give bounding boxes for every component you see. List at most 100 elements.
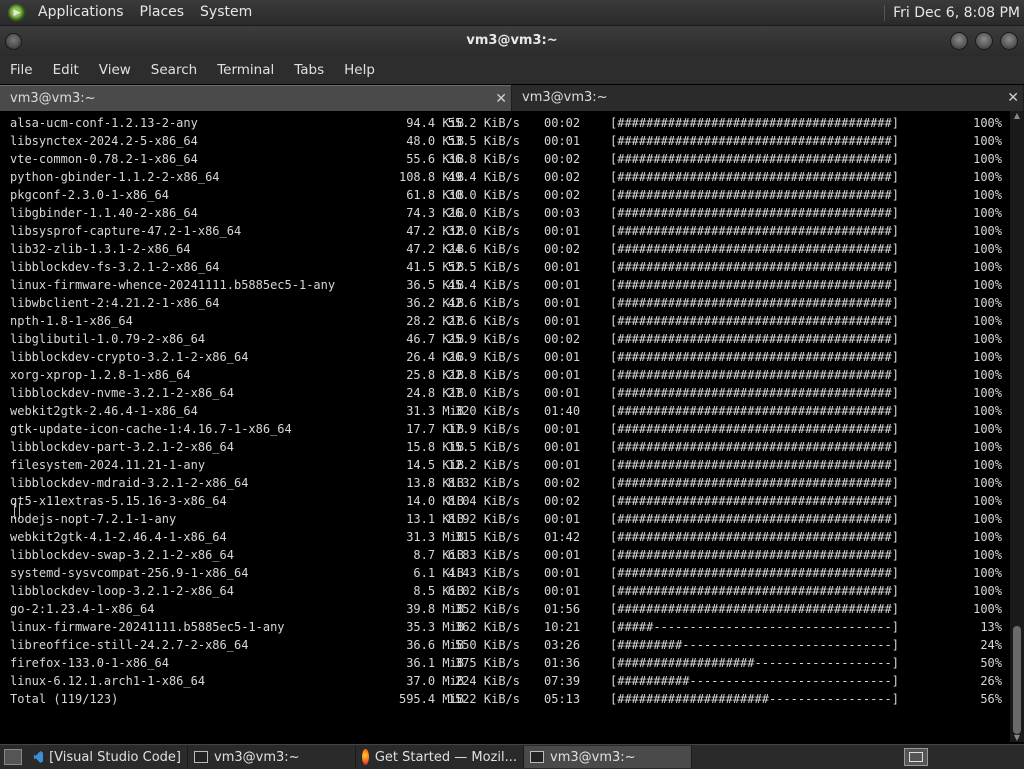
package-name: nodejs-nopt-7.2.1-1-any xyxy=(10,512,177,526)
package-rate: 45.4 KiB/s xyxy=(447,278,520,292)
package-rate: 1522 KiB/s xyxy=(447,692,520,706)
package-pct: 100% xyxy=(973,314,1002,328)
terminal-output[interactable]: alsa-ucm-conf-1.2.13-2-any 94.4 KiB 55.2 K… xyxy=(0,111,1010,742)
package-pct: 100% xyxy=(973,386,1002,400)
package-eta: 00:02 xyxy=(544,242,581,256)
pacman-download-list: alsa-ucm-conf-1.2.13-2-any 94.4 KiB 55.2 K… xyxy=(10,114,1010,708)
terminal-line: libsysprof-capture-47.2-1-x86_64 47.2 KiB… xyxy=(10,222,1010,240)
menu-search[interactable]: Search xyxy=(141,56,207,84)
package-eta: 01:56 xyxy=(544,602,581,616)
package-eta: 00:01 xyxy=(544,548,581,562)
package-eta: 00:01 xyxy=(544,584,581,598)
package-rate: 375 KiB/s xyxy=(454,656,520,670)
package-eta: 00:01 xyxy=(544,260,581,274)
menu-help[interactable]: Help xyxy=(334,56,385,84)
package-bar: [######################################] xyxy=(610,494,899,508)
menu-terminal[interactable]: Terminal xyxy=(207,56,284,84)
package-eta: 00:02 xyxy=(544,476,581,490)
terminal-line: libblockdev-nvme-3.2.1-2-x86_64 24.8 KiB 2… xyxy=(10,384,1010,402)
package-pct: 100% xyxy=(973,350,1002,364)
package-bar: [#####################-----------------] xyxy=(610,692,899,706)
package-pct: 100% xyxy=(973,332,1002,346)
package-name: libblockdev-fs-3.2.1-2-x86_64 xyxy=(10,260,220,274)
terminal-line: qt5-x11extras-5.15.16-3-x86_64 14.0 KiB 8.… xyxy=(10,492,1010,510)
package-bar: [######################################] xyxy=(610,134,899,148)
package-rate: 17.9 KiB/s xyxy=(447,422,520,436)
taskbar-item-vscode[interactable]: [Visual Studio Code] xyxy=(28,746,188,768)
package-pct: 24% xyxy=(980,638,1002,652)
places-menu[interactable]: Places xyxy=(132,0,193,25)
package-bar: [######################################] xyxy=(610,116,899,130)
package-name: libblockdev-nvme-3.2.1-2-x86_64 xyxy=(10,386,234,400)
package-bar: [######################################] xyxy=(610,332,899,346)
menu-file[interactable]: File xyxy=(0,56,43,84)
distro-logo-icon[interactable]: ▶ xyxy=(8,3,26,22)
terminal-line: libblockdev-mdraid-3.2.1-2-x86_64 13.8 Ki… xyxy=(10,474,1010,492)
terminal-line: systemd-sysvcompat-256.9-1-x86_64 6.1 KiB… xyxy=(10,564,1010,582)
taskbar-item-label: vm3@vm3:~ xyxy=(550,749,636,765)
package-pct: 100% xyxy=(973,368,1002,382)
package-rate: 8.92 KiB/s xyxy=(447,512,520,526)
tab-terminal-1[interactable]: vm3@vm3:~ ✕ xyxy=(0,85,511,111)
package-name: libblockdev-part-3.2.1-2-x86_64 xyxy=(10,440,234,454)
system-menu[interactable]: System xyxy=(192,0,260,25)
tab-terminal-2[interactable]: vm3@vm3:~ ✕ xyxy=(512,85,1023,111)
close-tab-icon[interactable]: ✕ xyxy=(1007,85,1019,111)
terminal-line: pkgconf-2.3.0-1-x86_64 61.8 KiB 30.0 KiB/s… xyxy=(10,186,1010,204)
taskbar-item-label: [Visual Studio Code] xyxy=(49,749,181,765)
package-rate: 30.0 KiB/s xyxy=(447,188,520,202)
taskbar-item-terminal-2[interactable]: vm3@vm3:~ xyxy=(524,746,692,768)
package-pct: 100% xyxy=(973,278,1002,292)
package-eta: 00:03 xyxy=(544,206,581,220)
package-rate: 22.8 KiB/s xyxy=(447,368,520,382)
package-pct: 100% xyxy=(973,440,1002,454)
package-name: vte-common-0.78.2-1-x86_64 xyxy=(10,152,198,166)
package-name: libsysprof-capture-47.2-1-x86_64 xyxy=(10,224,242,238)
package-name: qt5-x11extras-5.15.16-3-x86_64 xyxy=(10,494,227,508)
minimize-button[interactable] xyxy=(950,32,968,50)
menu-tabs[interactable]: Tabs xyxy=(284,56,334,84)
window-titlebar[interactable]: vm3@vm3:~ xyxy=(0,26,1024,56)
package-rate: 26.0 KiB/s xyxy=(447,206,520,220)
package-name: libblockdev-swap-3.2.1-2-x86_64 xyxy=(10,548,234,562)
package-name: libreoffice-still-24.2.7-2-x86_64 xyxy=(10,638,249,652)
applications-menu[interactable]: Applications xyxy=(30,0,132,25)
package-pct: 56% xyxy=(980,692,1002,706)
package-pct: 100% xyxy=(973,494,1002,508)
show-desktop-icon[interactable] xyxy=(4,749,22,765)
terminal-line: libblockdev-part-3.2.1-2-x86_64 15.8 KiB 1… xyxy=(10,438,1010,456)
package-pct: 100% xyxy=(973,584,1002,598)
workspace-switcher-icon[interactable] xyxy=(904,748,928,766)
package-pct: 100% xyxy=(973,404,1002,418)
terminal-line: webkit2gtk-2.46.4-1-x86_64 31.3 MiB 320 Ki… xyxy=(10,402,1010,420)
package-rate: 25.9 KiB/s xyxy=(447,332,520,346)
package-eta: 00:01 xyxy=(544,566,581,580)
package-eta: 00:02 xyxy=(544,332,581,346)
package-rate: 8.32 KiB/s xyxy=(447,476,520,490)
terminal-line: libblockdev-swap-3.2.1-2-x86_64 8.7 KiB 6.… xyxy=(10,546,1010,564)
taskbar-item-firefox[interactable]: Get Started — Mozil... xyxy=(356,746,524,768)
package-rate: 8.04 KiB/s xyxy=(447,494,520,508)
package-pct: 100% xyxy=(973,458,1002,472)
package-pct: 100% xyxy=(973,242,1002,256)
taskbar-item-terminal-1[interactable]: vm3@vm3:~ xyxy=(188,746,356,768)
maximize-button[interactable] xyxy=(975,32,993,50)
package-eta: 00:01 xyxy=(544,224,581,238)
menu-view[interactable]: View xyxy=(89,56,141,84)
close-button[interactable] xyxy=(1000,32,1018,50)
package-rate: 550 KiB/s xyxy=(454,638,520,652)
scroll-down-icon[interactable]: ▼ xyxy=(1010,733,1024,742)
menu-edit[interactable]: Edit xyxy=(43,56,89,84)
close-tab-icon[interactable]: ✕ xyxy=(495,86,507,112)
package-pct: 100% xyxy=(973,602,1002,616)
package-eta: 00:02 xyxy=(544,188,581,202)
scrollbar-thumb[interactable] xyxy=(1013,626,1021,734)
terminal-scrollbar[interactable]: ▲ ▼ xyxy=(1010,111,1024,742)
clock-applet[interactable]: Fri Dec 6, 8:08 PM xyxy=(884,0,1024,25)
taskbar-item-label: vm3@vm3:~ xyxy=(214,749,300,765)
package-pct: 100% xyxy=(973,188,1002,202)
package-eta: 05:13 xyxy=(544,692,581,706)
package-eta: 00:01 xyxy=(544,134,581,148)
scroll-up-icon[interactable]: ▲ xyxy=(1010,111,1024,120)
terminal-line: nodejs-nopt-7.2.1-1-any 13.1 KiB 8.92 KiB/… xyxy=(10,510,1010,528)
